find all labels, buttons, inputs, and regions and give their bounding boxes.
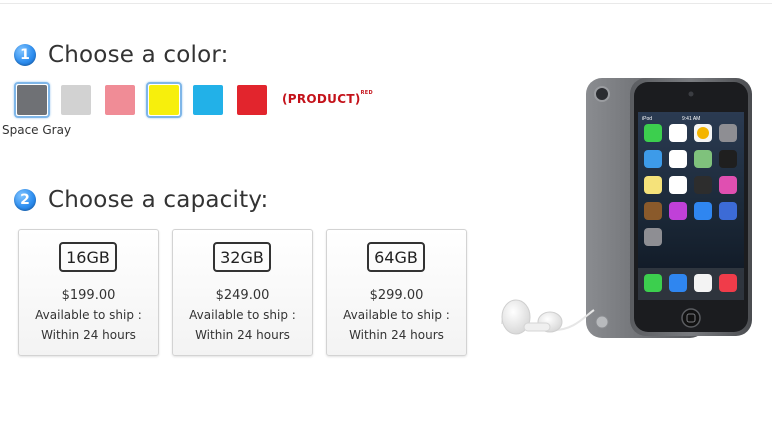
camera-icon [719, 124, 737, 142]
step-1-title: Choose a color: [48, 42, 229, 68]
ipod-product-image: iPod 9:41 AM [501, 78, 752, 338]
swatch-fill [149, 85, 179, 115]
capacity-size: 64GB [367, 242, 425, 272]
capacity-price: $199.00 [61, 288, 116, 303]
messages-icon [644, 274, 662, 292]
selected-color-label: Space Gray [2, 123, 72, 137]
mail-icon [669, 274, 687, 292]
front-camera-icon [688, 91, 694, 97]
swatch-pink[interactable] [102, 82, 138, 118]
calendar-icon [669, 124, 687, 142]
capacity-ship-time: Within 24 hours [41, 328, 136, 342]
ipod-loop-icon [595, 315, 609, 329]
capacity-option-64gb[interactable]: 64GB $299.00 Available to ship : Within … [326, 229, 467, 356]
game-center-icon [719, 176, 737, 194]
swatch-fill [17, 85, 47, 115]
capacity-price: $249.00 [215, 288, 270, 303]
step-2-header: 2 Choose a capacity: [14, 187, 268, 213]
product-red-text: (PRODUCT) [282, 92, 361, 106]
swatch-space-gray[interactable] [14, 82, 50, 118]
weather-icon [644, 150, 662, 168]
settings-icon [644, 228, 662, 246]
facetime-icon [644, 124, 662, 142]
newsstand-icon [644, 202, 662, 220]
capacity-ship-time: Within 24 hours [195, 328, 290, 342]
swatch-fill [105, 85, 135, 115]
ipod-back-camera-icon [594, 86, 610, 102]
capacity-option-32gb[interactable]: 32GB $249.00 Available to ship : Within … [172, 229, 313, 356]
capacity-size: 16GB [59, 242, 117, 272]
step-2-title: Choose a capacity: [48, 187, 269, 213]
capacity-availability: Available to ship : [35, 308, 142, 322]
music-icon [719, 274, 737, 292]
swatch-yellow[interactable] [146, 82, 182, 118]
product-red-sup: RED [360, 90, 373, 96]
videos-icon [719, 150, 737, 168]
app-store-icon [694, 202, 712, 220]
itunes-store-icon [669, 202, 687, 220]
step-2-number-icon: 2 [14, 189, 36, 211]
swatch-silver[interactable] [58, 82, 94, 118]
swatch-fill [193, 85, 223, 115]
reminders-icon [669, 176, 687, 194]
swatch-fill [61, 85, 91, 115]
step-1-number-icon: 1 [14, 44, 36, 66]
capacity-availability: Available to ship : [189, 308, 296, 322]
product-red-link[interactable]: (PRODUCT)RED [282, 90, 373, 106]
home-button-icon [681, 308, 701, 328]
status-carrier: iPod [642, 116, 652, 122]
swatch-red[interactable] [234, 82, 270, 118]
top-divider [0, 3, 772, 4]
clock-icon [669, 150, 687, 168]
capacity-option-16gb[interactable]: 16GB $199.00 Available to ship : Within … [18, 229, 159, 356]
photos-flower-icon [697, 127, 709, 139]
swatch-blue[interactable] [190, 82, 226, 118]
step-1-header: 1 Choose a color: [14, 42, 229, 68]
capacity-ship-time: Within 24 hours [349, 328, 444, 342]
maps-icon [694, 150, 712, 168]
capacity-size: 32GB [213, 242, 271, 272]
passbook-icon [719, 202, 737, 220]
notes-icon [644, 176, 662, 194]
capacity-price: $299.00 [369, 288, 424, 303]
safari-icon [694, 274, 712, 292]
status-time: 9:41 AM [682, 116, 700, 122]
stocks-icon [694, 176, 712, 194]
earpods-icon [501, 299, 595, 335]
capacity-availability: Available to ship : [343, 308, 450, 322]
swatch-fill [237, 85, 267, 115]
